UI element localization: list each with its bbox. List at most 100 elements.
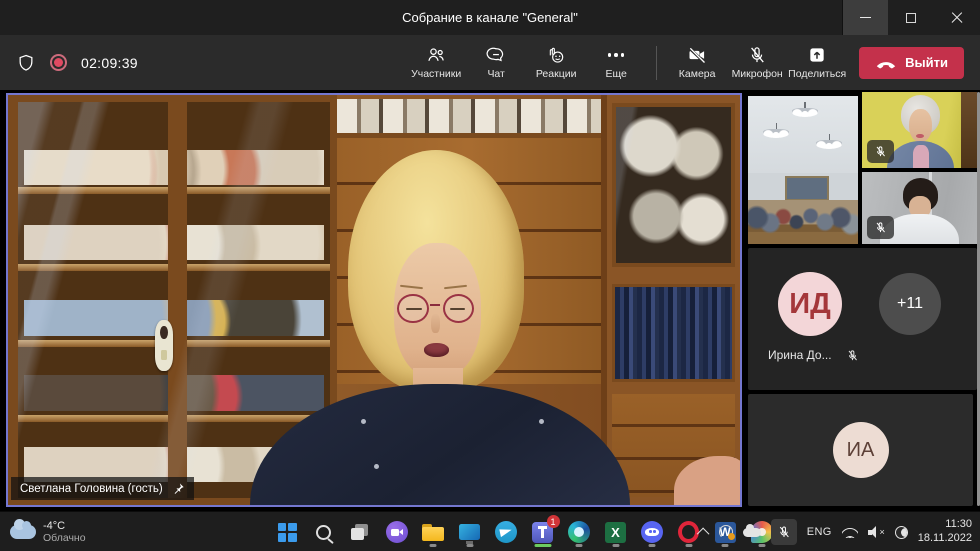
- maximize-button[interactable]: [888, 0, 934, 35]
- blouse-button: [539, 419, 544, 424]
- excel-icon: X: [605, 522, 626, 543]
- edge-button[interactable]: [566, 517, 592, 547]
- running-indicator: [685, 544, 692, 547]
- share-button[interactable]: Поделиться: [789, 37, 845, 89]
- toolbar-divider: [656, 46, 657, 80]
- telegram-icon: [495, 521, 517, 543]
- tray-date: 18.11.2022: [918, 532, 972, 546]
- chat-icon: [486, 45, 506, 65]
- mic-off-icon: [846, 349, 859, 362]
- overflow-participants-avatar[interactable]: +11: [879, 273, 941, 335]
- running-indicator: [612, 544, 619, 547]
- meeting-toolbar: 02:09:39 Участники Чат Реакции Еще: [0, 35, 980, 90]
- meet-app-button[interactable]: [384, 517, 410, 547]
- main-speaker-video[interactable]: Светлана Головина (гость): [6, 93, 742, 507]
- chandelier-icon: [792, 102, 818, 118]
- wall-painting: [785, 176, 829, 201]
- search-button[interactable]: [311, 517, 337, 547]
- more-button[interactable]: Еще: [588, 37, 644, 89]
- participant-avatar-ia: ИА: [833, 422, 889, 478]
- meeting-timer: 02:09:39: [81, 55, 138, 71]
- file-explorer-button[interactable]: [420, 517, 446, 547]
- battery-icon: [895, 526, 908, 539]
- close-button[interactable]: [934, 0, 980, 35]
- leave-button[interactable]: Выйти: [859, 47, 964, 79]
- reactions-button[interactable]: Реакции: [528, 37, 584, 89]
- discord-button[interactable]: [639, 517, 665, 547]
- participant-avatar-irina[interactable]: ИД: [778, 272, 842, 336]
- meeting-room-video[interactable]: [748, 96, 858, 244]
- blouse-button: [374, 464, 379, 469]
- update-tray-button[interactable]: [719, 525, 733, 539]
- mic-off-icon: [874, 145, 887, 158]
- tray-overflow-button[interactable]: [700, 528, 709, 537]
- speaker-name-tag: Светлана Головина (гость): [11, 477, 194, 500]
- discord-icon: [641, 521, 663, 543]
- people-at-table: [748, 200, 858, 244]
- bookcase-glass-photos: [612, 103, 734, 267]
- participants-panel: ИД +11 Ирина До... ИА: [748, 92, 977, 506]
- mic-tray-button[interactable]: [771, 519, 797, 545]
- running-indicator: [649, 544, 656, 547]
- hangup-icon: [875, 57, 897, 69]
- weather-widget[interactable]: -4°C Облачно: [10, 512, 86, 551]
- teams-button[interactable]: 1: [530, 517, 556, 547]
- camera-label: Камера: [679, 68, 716, 80]
- participants-icon: [425, 45, 447, 65]
- onedrive-cloud-icon: [743, 528, 761, 537]
- camera-toggle-button[interactable]: Камера: [669, 37, 725, 89]
- search-icon: [316, 525, 331, 540]
- bookcase: [601, 95, 740, 505]
- excel-button[interactable]: X: [603, 517, 629, 547]
- windows-taskbar: -4°C Облачно 1 X W: [0, 511, 980, 551]
- more-label: Еще: [605, 68, 626, 80]
- muted-badge: [867, 216, 894, 239]
- sync-icon: [719, 525, 733, 539]
- language-indicator[interactable]: ENG: [807, 526, 832, 538]
- folder-icon: [422, 524, 444, 541]
- audio-participants-tile: ИД +11 Ирина До...: [748, 248, 977, 390]
- video-call-icon: [386, 521, 408, 543]
- start-button[interactable]: [274, 517, 300, 547]
- participant-blouse: [913, 145, 929, 168]
- title-bar: Собрание в канале "General": [0, 0, 980, 35]
- network-button[interactable]: [842, 527, 858, 538]
- leave-label: Выйти: [905, 55, 948, 70]
- participant-video-woman[interactable]: [862, 92, 977, 168]
- battery-button[interactable]: [895, 526, 908, 539]
- chat-button[interactable]: Чат: [468, 37, 524, 89]
- onedrive-tray-button[interactable]: [743, 528, 761, 537]
- recording-indicator-icon: [50, 54, 67, 71]
- speaker-eye: [406, 308, 421, 310]
- share-label: Поделиться: [788, 68, 846, 80]
- pin-icon: [172, 482, 185, 495]
- task-view-button[interactable]: [347, 517, 373, 547]
- microphone-label: Микрофон: [732, 68, 783, 80]
- running-indicator: [466, 544, 473, 547]
- blouse-button: [361, 419, 366, 424]
- task-view-icon: [351, 524, 369, 540]
- microphone-toggle-button[interactable]: Микрофон: [729, 37, 785, 89]
- participant-name: Ирина До...: [768, 348, 832, 362]
- volume-button[interactable]: ×: [868, 526, 885, 538]
- telegram-button[interactable]: [493, 517, 519, 547]
- weather-temperature: -4°C: [43, 520, 86, 533]
- mic-off-icon: [777, 525, 791, 539]
- speaker-muted-icon: ×: [868, 526, 885, 538]
- participant-label-row: Ирина До...: [768, 348, 859, 362]
- mic-off-icon: [874, 221, 887, 234]
- overflow-count: +11: [897, 295, 923, 313]
- weather-condition: Облачно: [43, 532, 86, 544]
- minimize-button[interactable]: [842, 0, 888, 35]
- participant-tile-ia[interactable]: ИА: [748, 394, 973, 506]
- shield-icon: [16, 53, 36, 73]
- display-app-button[interactable]: [457, 517, 483, 547]
- participants-button[interactable]: Участники: [408, 37, 464, 89]
- minimize-icon: [860, 17, 871, 18]
- reactions-label: Реакции: [536, 68, 577, 80]
- participant-video-man[interactable]: [862, 172, 977, 244]
- maximize-icon: [906, 13, 916, 23]
- close-icon: [951, 12, 963, 24]
- clock-widget[interactable]: 11:30 18.11.2022: [918, 518, 972, 546]
- reactions-icon: [545, 45, 567, 65]
